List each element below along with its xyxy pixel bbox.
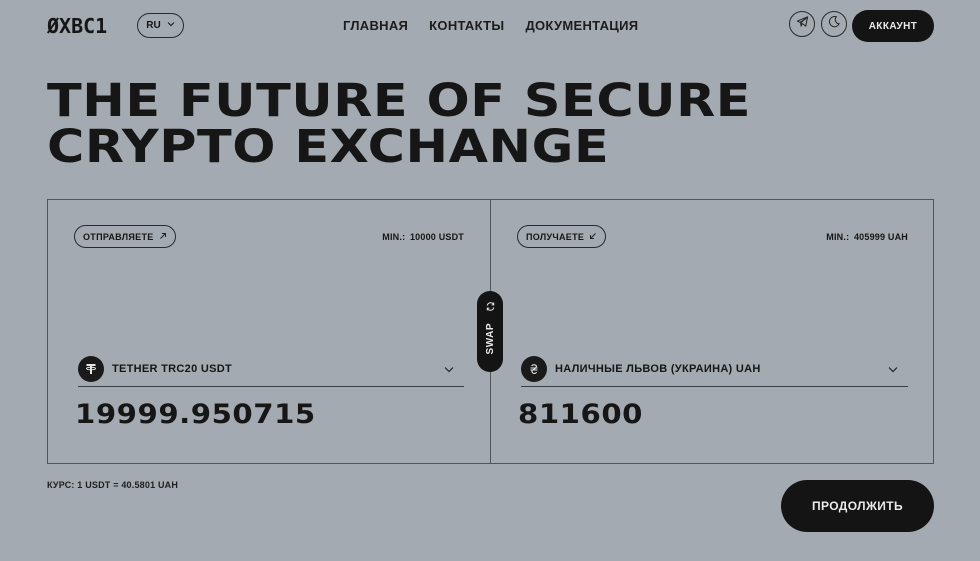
receive-min-label: MIN.: [826, 232, 850, 242]
continue-button[interactable]: ПРОДОЛЖИТЬ [781, 480, 934, 532]
hero-line-1: THE FUTURE OF SECURE [47, 74, 752, 127]
theme-toggle-button[interactable] [821, 11, 847, 37]
header: ØXBC1 RU ГЛАВНАЯ КОНТАКТЫ ДОКУМЕНТАЦИЯ А… [0, 0, 980, 52]
receive-amount-input[interactable]: 811600 [518, 399, 907, 430]
receive-section: ПОЛУЧАЕТЕ MIN.: 405999 UAH НАЛИЧНЫЕ ЛЬВО… [491, 199, 934, 464]
receive-pill-label: ПОЛУЧАЕТЕ [526, 231, 585, 242]
send-section: ОТПРАВЛЯЕТЕ MIN.: 10000 USDT TETHER TRC2… [48, 199, 490, 464]
send-min-label: MIN.: [382, 232, 406, 242]
swap-label: SWAP [484, 323, 496, 355]
swap-button[interactable]: SWAP [477, 291, 503, 372]
send-currency-selector[interactable]: TETHER TRC20 USDT [78, 351, 464, 387]
arrow-up-right-icon [159, 232, 167, 242]
chevron-down-icon [888, 360, 898, 378]
tether-icon [78, 355, 104, 382]
send-min-value: 10000 USDT [409, 232, 464, 242]
receive-min-value: 405999 UAH [853, 232, 908, 242]
receive-pill[interactable]: ПОЛУЧАЕТЕ [517, 225, 607, 248]
logo[interactable]: ØXBC1 [47, 15, 107, 37]
chevron-down-icon [444, 360, 454, 378]
nav-item-contacts[interactable]: КОНТАКТЫ [429, 18, 504, 33]
hero-title: THE FUTURE OF SECURE CRYPTO EXCHANGE [47, 78, 751, 170]
nav-item-docs[interactable]: ДОКУМЕНТАЦИЯ [525, 18, 638, 33]
send-pill[interactable]: ОТПРАВЛЯЕТЕ [74, 225, 176, 248]
nav-item-home[interactable]: ГЛАВНАЯ [343, 18, 408, 33]
main-nav: ГЛАВНАЯ КОНТАКТЫ ДОКУМЕНТАЦИЯ [343, 18, 638, 33]
telegram-button[interactable] [789, 11, 815, 37]
send-min: MIN.: 10000 USDT [380, 232, 464, 242]
send-currency-label: TETHER TRC20 USDT [112, 362, 232, 375]
moon-icon [828, 15, 841, 33]
language-label: RU [146, 20, 161, 31]
exchange-rate: КУРС: 1 USDT = 40.5801 UAH [47, 480, 179, 490]
refresh-icon [485, 299, 496, 317]
account-button[interactable]: АККАУНТ [852, 10, 934, 42]
send-pill-label: ОТПРАВЛЯЕТЕ [83, 231, 154, 242]
telegram-icon [796, 15, 809, 33]
arrow-down-left-icon [589, 232, 597, 242]
receive-min: MIN.: 405999 UAH [824, 232, 908, 242]
chevron-down-icon [167, 20, 175, 29]
hryvnia-icon [521, 355, 547, 382]
receive-currency-label: НАЛИЧНЫЕ ЛЬВОВ (УКРАИНА) UAH [555, 362, 761, 375]
send-amount-input[interactable]: 19999.950715 [75, 399, 464, 430]
receive-currency-selector[interactable]: НАЛИЧНЫЕ ЛЬВОВ (УКРАИНА) UAH [521, 351, 908, 387]
language-selector[interactable]: RU [137, 13, 184, 38]
hero-line-2: CRYPTO EXCHANGE [47, 120, 610, 173]
